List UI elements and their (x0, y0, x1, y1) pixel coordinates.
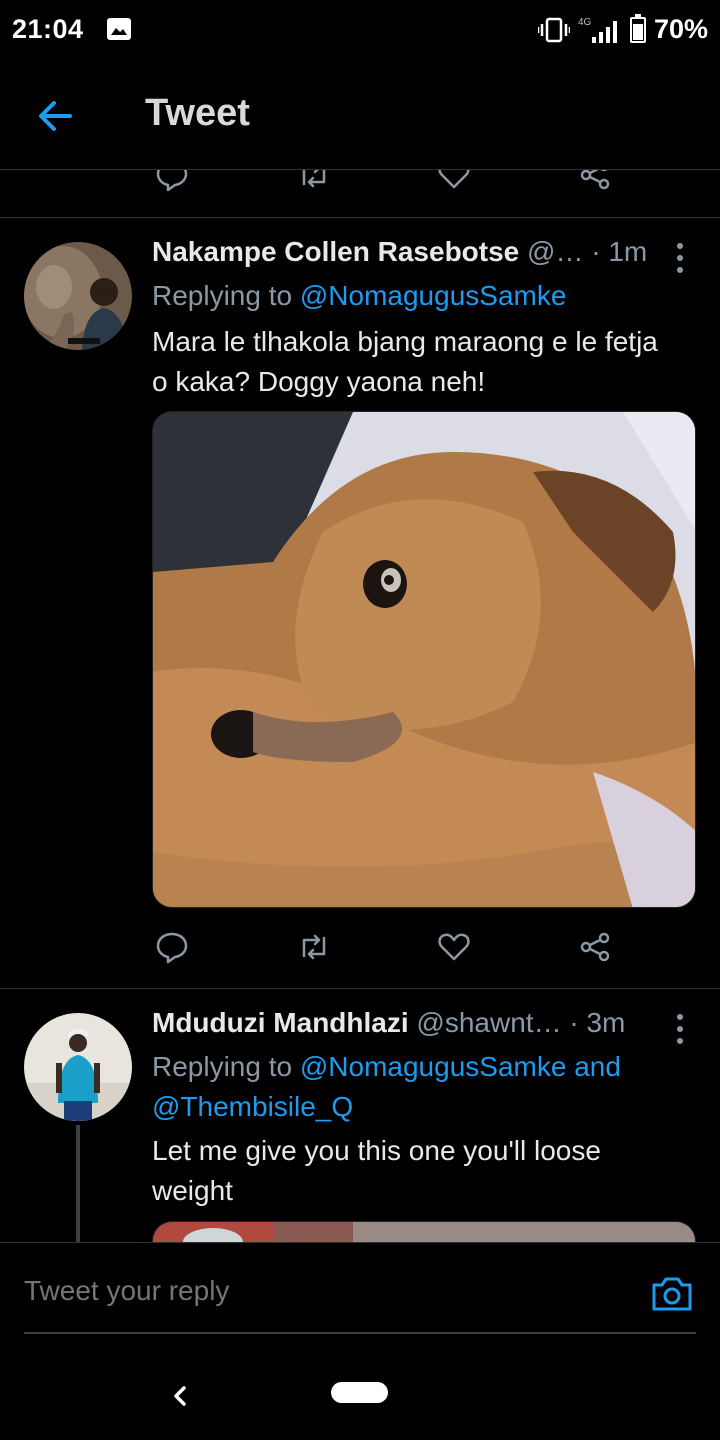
more-options-icon[interactable] (670, 1009, 690, 1049)
tweet-photo[interactable] (152, 411, 696, 908)
tweet-text-line: Let me give you this one you'll loose (152, 1135, 601, 1166)
system-nav-bar (0, 1352, 720, 1440)
page-title: Tweet (145, 92, 250, 134)
tweet-time: · 3m (569, 1007, 626, 1038)
retweet-icon[interactable] (297, 930, 331, 964)
author-handle[interactable]: @… (527, 236, 583, 267)
retweet-icon[interactable] (297, 170, 331, 192)
tweet-header: Mduduzi Mandhlazi @shawnt… · 3m (152, 1007, 696, 1047)
status-time: 21:04 (12, 14, 84, 44)
battery-icon (629, 13, 646, 43)
avatar[interactable] (24, 242, 132, 350)
mention-link[interactable]: @Thembisile_Q (152, 1091, 353, 1122)
tweet-1[interactable]: Nakampe Collen Rasebotse @… · 1m Replyin… (0, 218, 720, 988)
reply-icon[interactable] (155, 170, 189, 192)
mention-link[interactable]: @NomagugusSamke and (300, 1051, 621, 1082)
network-type: 4G (577, 16, 592, 28)
tweet-header: Nakampe Collen Rasebotse @… · 1m (152, 236, 696, 276)
home-pill-icon[interactable] (331, 1382, 388, 1403)
tweet-text-line: weight (152, 1175, 233, 1206)
reply-icon[interactable] (155, 930, 189, 964)
share-icon[interactable] (578, 930, 612, 964)
tweet-time: · 1m (591, 236, 648, 267)
like-icon[interactable] (437, 170, 471, 192)
tweet-2[interactable]: Mduduzi Mandhlazi @shawnt… · 3m Replying… (0, 989, 720, 1242)
replying-to: Replying to @NomagugusSamke (152, 276, 566, 316)
replying-prefix: Replying to (152, 280, 293, 311)
reply-bar (0, 1242, 720, 1352)
avatar[interactable] (24, 1013, 132, 1121)
thread-line (76, 1125, 80, 1242)
camera-button[interactable] (650, 1273, 694, 1313)
status-bar: 21:04 4G 70% (0, 0, 720, 62)
status-right: 4G 70% (537, 13, 708, 45)
tweet-text-line: Mara le tlhakola bjang maraong e le fetj… (152, 326, 658, 357)
back-button[interactable] (32, 94, 80, 138)
battery-percent: 70% (653, 14, 708, 44)
author-handle[interactable]: @shawnt… (416, 1007, 561, 1038)
tweet-text: Let me give you this one you'll loose we… (152, 1131, 697, 1211)
reply-underline (24, 1332, 696, 1334)
replying-prefix: Replying to (152, 1051, 293, 1082)
signal-icon: 4G (578, 17, 622, 43)
replying-to: Replying to @NomagugusSamke and (152, 1047, 621, 1087)
author-name[interactable]: Nakampe Collen Rasebotse (152, 236, 519, 267)
nav-back-icon[interactable] (166, 1376, 194, 1416)
camera-icon (652, 1277, 692, 1311)
header: Tweet (0, 62, 720, 170)
reply-input[interactable] (24, 1275, 584, 1307)
replying-to-continued: @Thembisile_Q (152, 1087, 353, 1127)
vibrate-icon (537, 17, 570, 42)
arrow-left-icon (39, 101, 72, 131)
more-options-icon[interactable] (670, 238, 690, 278)
author-name[interactable]: Mduduzi Mandhlazi (152, 1007, 409, 1038)
gallery-icon (107, 18, 131, 40)
tweet-photo[interactable] (152, 1221, 696, 1242)
mention-link[interactable]: @NomagugusSamke (300, 280, 567, 311)
like-icon[interactable] (437, 930, 471, 964)
share-icon[interactable] (578, 170, 612, 192)
previous-tweet-actions (0, 170, 720, 218)
tweet-text-line: o kaka? Doggy yaona neh! (152, 366, 486, 397)
tweet-text: Mara le tlhakola bjang maraong e le fetj… (152, 322, 697, 402)
